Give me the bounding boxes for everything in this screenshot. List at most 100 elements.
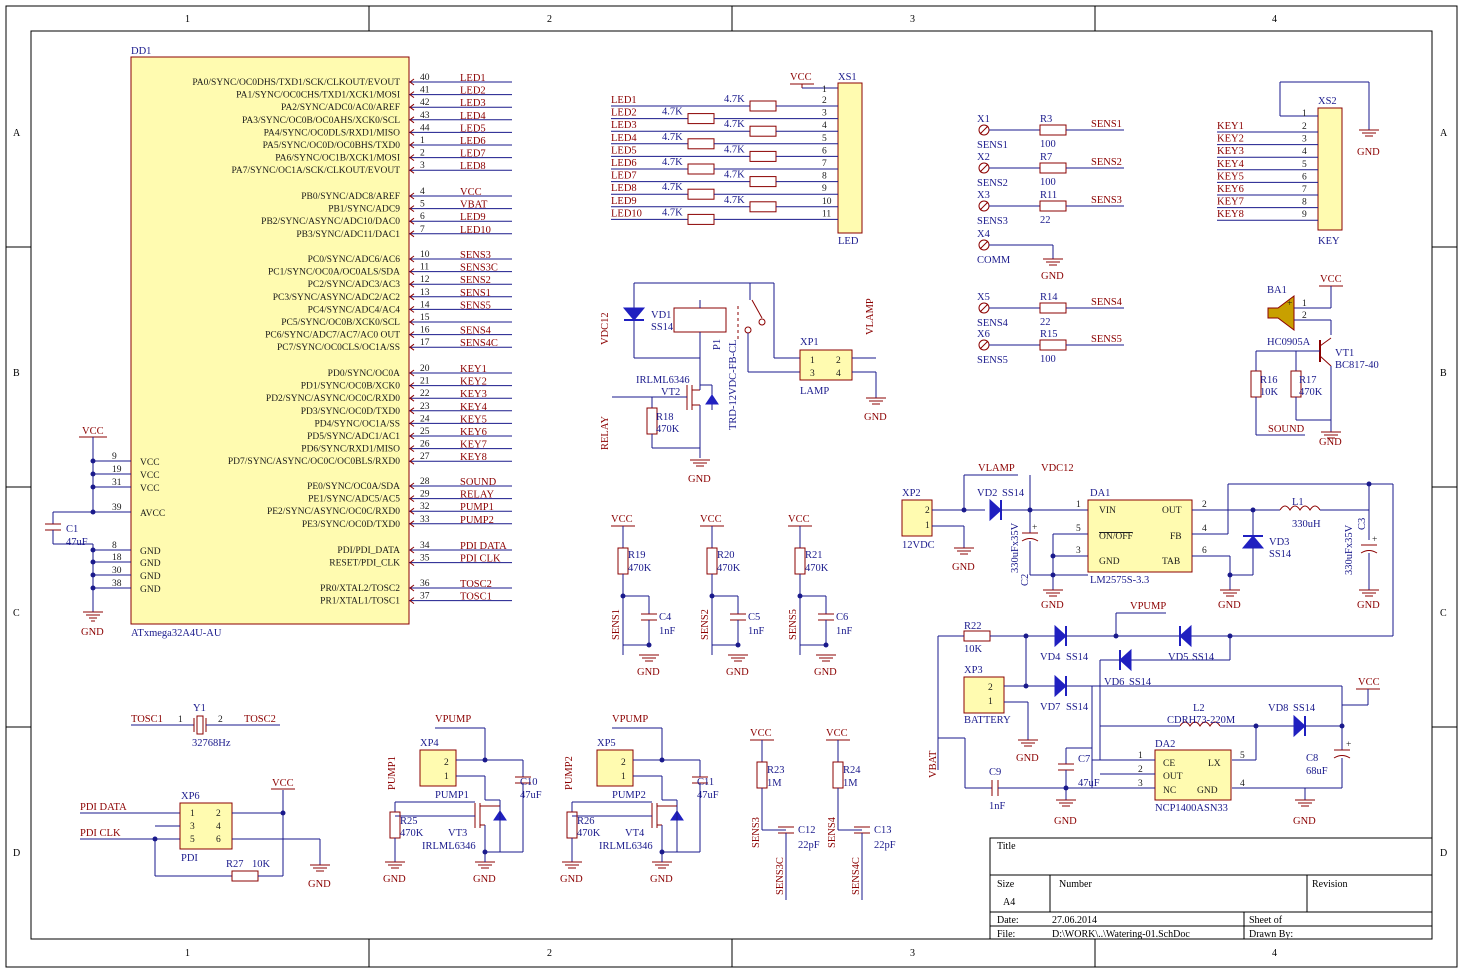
mcu-power-pin-name: VCC — [140, 471, 160, 481]
led-resistor — [749, 201, 777, 213]
l1-value: 330uH — [1292, 519, 1321, 530]
led-net-label: LED3 — [611, 120, 637, 131]
gnd-symbol: GND — [864, 397, 887, 423]
pump-fet-ref: VT4 — [625, 828, 645, 839]
rc-resistor — [794, 547, 806, 575]
mcu-power-pin-name: GND — [140, 547, 161, 557]
led-resistor-value: 4.7K — [662, 207, 683, 218]
col-label: 4 — [1272, 948, 1277, 959]
mcu-pin-name: PD3/SYNC/OC0D/TXD0 — [301, 407, 400, 417]
gnd-label: GND — [814, 667, 837, 678]
sensor-ref: X4 — [977, 229, 991, 240]
mcu-net-label: LED1 — [460, 73, 486, 84]
mcu-pin-name: PC7/SYNC/OC0CLS/OC1A/SS — [277, 343, 400, 353]
vd4-value: SS14 — [1066, 652, 1089, 663]
mcu-net-label: LED4 — [460, 111, 486, 122]
gnd-label: GND — [864, 412, 887, 423]
pump-resistor-ref: R26 — [577, 816, 595, 827]
row-label: D — [1440, 848, 1447, 859]
mcu-pin-name: PD7/SYNC/ASYNC/OC0C/OC0BLS/RXD0 — [228, 457, 400, 467]
vbat-net: VBAT — [928, 750, 939, 778]
mcu-net-label: LED10 — [460, 225, 491, 236]
mcu-net-label: SENS4C — [460, 338, 498, 349]
mcu-net-label: TOSC1 — [460, 592, 492, 603]
led-resistor — [749, 176, 777, 188]
mcu-pin-name: PA3/SYNC/OC0B/OC0AHS/XCK0/SCL — [242, 116, 400, 126]
mcu-net-label: KEY7 — [460, 440, 487, 451]
rc-cap-ref: C6 — [836, 612, 848, 623]
rc-cap-value: 1nF — [836, 626, 853, 637]
pump-fet-part: IRLML6346 — [599, 841, 653, 852]
svg-text:6: 6 — [1202, 546, 1207, 556]
sensor-ref: X3 — [977, 190, 990, 201]
ba1-ref: BA1 — [1267, 285, 1287, 296]
gnd-label: GND — [1319, 437, 1342, 448]
row-label: C — [1440, 608, 1447, 619]
relay-net: RELAY — [600, 416, 611, 450]
relay-coil — [673, 307, 727, 333]
svg-text:2: 2 — [1138, 765, 1143, 775]
mcu-power-pin-name: GND — [140, 559, 161, 569]
cap-sensor-cap-ref: C12 — [798, 825, 816, 836]
pump-connector-ref: XP4 — [420, 738, 439, 749]
vcc-label: VCC — [826, 728, 848, 739]
led-resistor-value: 4.7K — [662, 107, 683, 118]
pdi-clk-net: PDI CLK — [80, 828, 121, 839]
l2-value: CDRH73-220M — [1167, 715, 1236, 726]
pump-connector-ref: XP5 — [597, 738, 616, 749]
sensor-resistor — [1039, 162, 1067, 174]
gnd-label: GND — [383, 874, 406, 885]
sensor-net: SENS2 — [1091, 157, 1122, 168]
col-label: 2 — [547, 14, 552, 25]
sensor-net: SENS4 — [1091, 297, 1123, 308]
mcu-net-label: SENS5 — [460, 300, 491, 311]
gnd-label: GND — [726, 667, 749, 678]
pump-connector-name: PUMP2 — [612, 790, 646, 801]
xs2-pin-number: 4 — [1302, 147, 1307, 157]
mcu-pin-name: PC5/SYNC/OC0B/XCK0/SCL — [281, 318, 400, 328]
led-resistor-value: 4.7K — [724, 94, 745, 105]
mcu-net-label: PDI DATA — [460, 541, 507, 552]
mcu-pin-name: PC4/SYNC/ADC4/AC4 — [308, 305, 401, 315]
pump-driver-pump2: VPUMPXP521PUMP2C1147uFVT4IRLML6346R26470… — [560, 714, 719, 885]
led-net-label: LED6 — [611, 158, 637, 169]
mcu-net-label: KEY4 — [460, 402, 488, 413]
mcu-net-label: LED7 — [460, 149, 486, 160]
mcu-power-pin-name: VCC — [140, 484, 160, 494]
sensor-resistor-value: 22 — [1040, 215, 1051, 226]
xs2-ref: XS2 — [1318, 96, 1337, 107]
vd7-diode — [1054, 674, 1067, 698]
gnd-symbol: GND — [560, 861, 583, 885]
r18-ref: R18 — [656, 412, 674, 423]
svg-text:1: 1 — [988, 697, 993, 707]
col-label: 3 — [910, 14, 915, 25]
xs1-pin-number: 9 — [822, 184, 827, 194]
sensor-name: SENS3 — [977, 216, 1008, 227]
sensor-x2: X2 SENS2 R7 100 SENS2 — [977, 152, 1124, 189]
sensor-resistor-value: 100 — [1040, 354, 1056, 365]
vpump-net: VPUMP — [435, 714, 471, 725]
row-label: A — [1440, 128, 1448, 139]
mcu-net-label: KEY3 — [460, 389, 487, 400]
led-net-label: LED1 — [611, 95, 637, 106]
vt2-ref: VT2 — [661, 387, 680, 398]
xs1-pin-number: 11 — [822, 209, 831, 219]
cap-sensor-net-c: SENS4C — [851, 857, 862, 895]
led-resistor-value: 4.7K — [724, 195, 745, 206]
vcc-label: VCC — [611, 514, 633, 525]
rc-resistor — [617, 547, 629, 575]
rc-cap-ref: C5 — [748, 612, 760, 623]
led-net-label: LED10 — [611, 208, 642, 219]
cap-sensor-net: SENS4 — [827, 816, 838, 848]
xs1-ref: XS1 — [838, 72, 857, 83]
led-resistor-rows: LED1 4.7K 2 LED2 4.7K 3 LED3 4.7K 4 LED4 4.7K 5 LED5… — [611, 85, 838, 225]
mcu-pin-name: PA0/SYNC/OC0DHS/TXD1/SCK/CLKOUT/EVOUT — [192, 78, 400, 88]
vd6-diode — [1119, 648, 1132, 672]
svg-text:2: 2 — [925, 506, 930, 516]
mcu-power-pin-name: VCC — [140, 458, 160, 468]
pump-drivers: VPUMPXP421PUMP1C1047uFVT3IRLML6346R25470… — [383, 714, 719, 885]
battery-name: BATTERY — [964, 715, 1011, 726]
gnd-symbol: GND — [1218, 589, 1241, 611]
mcu-power-pin-name: AVCC — [140, 509, 165, 519]
mcu-pin-name: PDI/PDI_DATA — [337, 546, 400, 556]
